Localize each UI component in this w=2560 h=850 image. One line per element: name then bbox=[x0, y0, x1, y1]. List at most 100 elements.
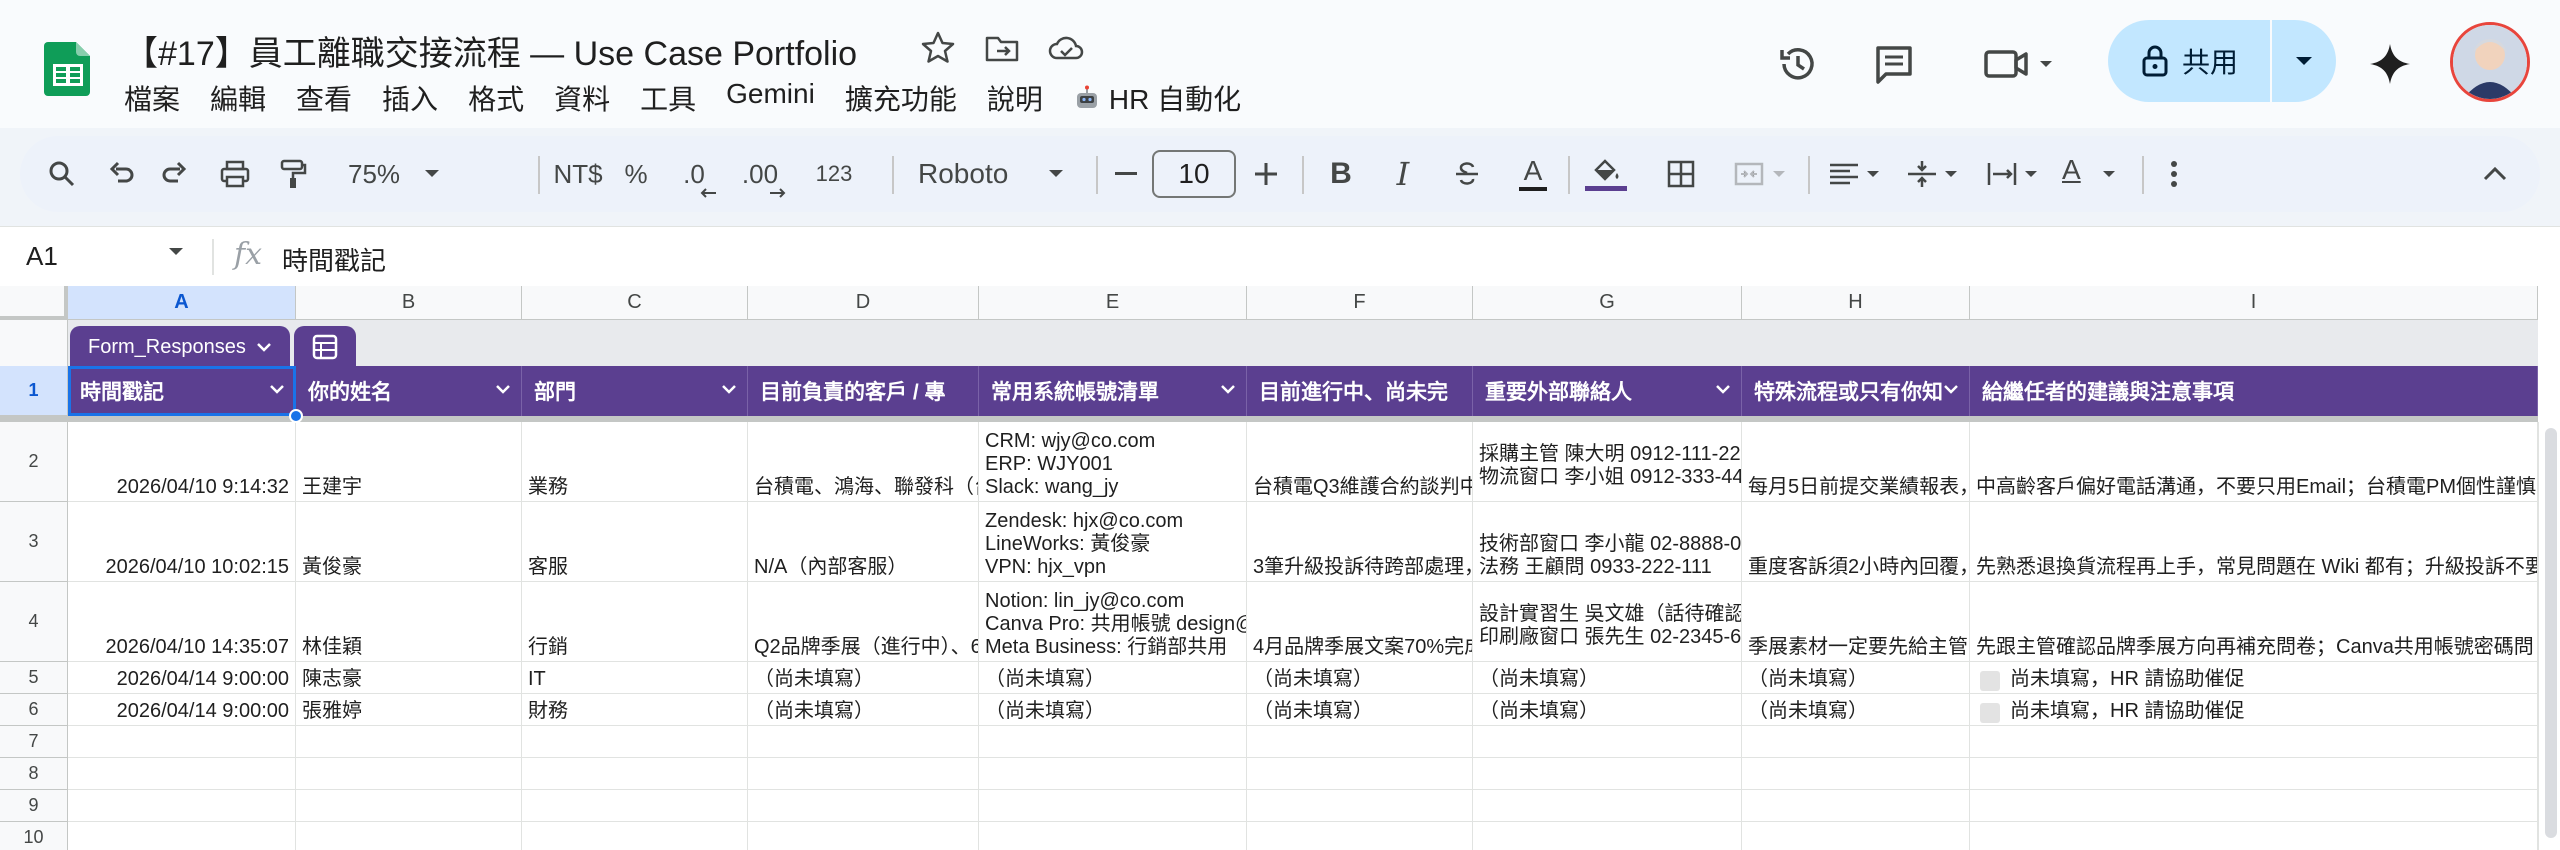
cell-b5[interactable]: 陳志豪 bbox=[296, 662, 522, 694]
chevron-down-icon[interactable] bbox=[1715, 384, 1731, 394]
empty-cell[interactable] bbox=[1970, 822, 2538, 850]
menu-view[interactable]: 查看 bbox=[296, 78, 352, 118]
column-header-d[interactable]: D bbox=[748, 286, 979, 320]
sheets-logo-icon[interactable] bbox=[40, 40, 96, 96]
cell-h5[interactable]: （尚未填寫） bbox=[1742, 662, 1970, 694]
header-cell-clients[interactable]: 目前負責的客戶 / 專 bbox=[748, 366, 979, 416]
checkbox-icon[interactable] bbox=[1980, 671, 2000, 691]
empty-cell[interactable] bbox=[68, 822, 296, 850]
cell-c2[interactable]: 業務 bbox=[522, 422, 748, 502]
bold-button[interactable]: B bbox=[1316, 136, 1366, 212]
undo-button[interactable] bbox=[96, 136, 146, 212]
empty-cell[interactable] bbox=[1970, 758, 2538, 790]
cell-f4[interactable]: 4月品牌季展文案70%完成 bbox=[1247, 582, 1473, 662]
empty-cell[interactable] bbox=[748, 758, 979, 790]
cell-a4[interactable]: 2026/04/10 14:35:07 bbox=[68, 582, 296, 662]
column-header-f[interactable]: F bbox=[1247, 286, 1473, 320]
cell-h3[interactable]: 重度客訴須2小時內回覆， bbox=[1742, 502, 1970, 582]
decrease-decimal-button[interactable]: .0 bbox=[668, 136, 720, 212]
table-view-button[interactable] bbox=[294, 326, 356, 368]
cloud-saved-icon[interactable] bbox=[1046, 28, 1086, 68]
cell-g2[interactable]: 採購主管 陳大明 0912-111-222 物流窗口 李小姐 0912-333-… bbox=[1473, 422, 1742, 502]
column-header-a[interactable]: A bbox=[68, 286, 296, 320]
empty-cell[interactable] bbox=[522, 758, 748, 790]
row-header-2[interactable]: 2 bbox=[0, 422, 68, 502]
cell-d5[interactable]: （尚未填寫） bbox=[748, 662, 979, 694]
share-button[interactable]: 共用 bbox=[2108, 20, 2270, 102]
menu-file[interactable]: 檔案 bbox=[124, 78, 180, 118]
more-formats-button[interactable]: 123 bbox=[806, 136, 862, 212]
header-cell-department[interactable]: 部門 bbox=[522, 366, 748, 416]
empty-cell[interactable] bbox=[1473, 726, 1742, 758]
column-header-i[interactable]: I bbox=[1970, 286, 2538, 320]
gemini-icon[interactable] bbox=[2366, 40, 2414, 88]
empty-cell[interactable] bbox=[748, 726, 979, 758]
empty-cell[interactable] bbox=[522, 790, 748, 822]
menu-format[interactable]: 格式 bbox=[468, 78, 524, 118]
merge-cells-button[interactable] bbox=[1726, 136, 1796, 212]
cell-a3[interactable]: 2026/04/10 10:02:15 bbox=[68, 502, 296, 582]
empty-cell[interactable] bbox=[979, 726, 1247, 758]
menu-data[interactable]: 資料 bbox=[554, 78, 610, 118]
empty-cell[interactable] bbox=[1742, 790, 1970, 822]
menu-help[interactable]: 說明 bbox=[987, 78, 1043, 118]
row-header-4[interactable]: 4 bbox=[0, 582, 68, 662]
column-header-b[interactable]: B bbox=[296, 286, 522, 320]
menu-edit[interactable]: 編輯 bbox=[210, 78, 266, 118]
cell-e2[interactable]: CRM: wjy@co.com ERP: WJY001 Slack: wang_… bbox=[979, 422, 1247, 502]
empty-cell[interactable] bbox=[68, 758, 296, 790]
menu-tools[interactable]: 工具 bbox=[640, 78, 696, 118]
meet-icon[interactable] bbox=[1980, 40, 2060, 88]
more-options-button[interactable] bbox=[2154, 136, 2194, 212]
row-header-10[interactable]: 10 bbox=[0, 822, 68, 850]
comment-icon[interactable] bbox=[1870, 40, 1918, 88]
cell-i6[interactable]: 尚未填寫，HR 請協助催促 bbox=[1970, 694, 2538, 726]
empty-cell[interactable] bbox=[1247, 726, 1473, 758]
document-title[interactable]: 【#17】員工離職交接流程 — Use Case Portfolio bbox=[124, 26, 857, 75]
empty-cell[interactable] bbox=[1473, 790, 1742, 822]
chevron-down-icon[interactable] bbox=[168, 247, 184, 257]
empty-cell[interactable] bbox=[1742, 822, 1970, 850]
empty-cell[interactable] bbox=[522, 726, 748, 758]
cell-e5[interactable]: （尚未填寫） bbox=[979, 662, 1247, 694]
empty-cell[interactable] bbox=[296, 758, 522, 790]
row-header-8[interactable]: 8 bbox=[0, 758, 68, 790]
cell-i5[interactable]: 尚未填寫，HR 請協助催促 bbox=[1970, 662, 2538, 694]
cell-e6[interactable]: （尚未填寫） bbox=[979, 694, 1247, 726]
empty-cell[interactable] bbox=[1473, 758, 1742, 790]
empty-cell[interactable] bbox=[1970, 790, 2538, 822]
chevron-down-icon[interactable] bbox=[721, 384, 737, 394]
move-folder-icon[interactable] bbox=[982, 28, 1022, 68]
cell-i2[interactable]: 中高齡客戶偏好電話溝通，不要只用Email；台積電PM個性謹慎 bbox=[1970, 422, 2538, 502]
font-size-input[interactable]: 10 bbox=[1152, 150, 1236, 198]
row-header-1[interactable]: 1 bbox=[0, 366, 68, 416]
cell-h4[interactable]: 季展素材一定要先給主管 bbox=[1742, 582, 1970, 662]
format-currency-button[interactable]: NT$ bbox=[548, 136, 608, 212]
cell-a6[interactable]: 2026/04/14 9:00:00 bbox=[68, 694, 296, 726]
cell-d2[interactable]: 台積電、鴻海、聯發科（台 bbox=[748, 422, 979, 502]
cell-h2[interactable]: 每月5日前提交業績報表， bbox=[1742, 422, 1970, 502]
cell-f6[interactable]: （尚未填寫） bbox=[1247, 694, 1473, 726]
text-color-button[interactable]: A bbox=[1508, 136, 1558, 212]
empty-cell[interactable] bbox=[1247, 790, 1473, 822]
empty-cell[interactable] bbox=[748, 790, 979, 822]
empty-cell[interactable] bbox=[1247, 822, 1473, 850]
checkbox-icon[interactable] bbox=[1980, 703, 2000, 723]
chevron-down-icon[interactable] bbox=[1943, 384, 1959, 394]
cell-f5[interactable]: （尚未填寫） bbox=[1247, 662, 1473, 694]
header-cell-name[interactable]: 你的姓名 bbox=[296, 366, 522, 416]
cell-b3[interactable]: 黃俊豪 bbox=[296, 502, 522, 582]
format-percent-button[interactable]: % bbox=[614, 136, 658, 212]
header-cell-contacts[interactable]: 重要外部聯絡人 bbox=[1473, 366, 1742, 416]
row-header-7[interactable]: 7 bbox=[0, 726, 68, 758]
increase-decimal-button[interactable]: .00 bbox=[730, 136, 790, 212]
strikethrough-button[interactable] bbox=[1442, 136, 1492, 212]
header-cell-special[interactable]: 特殊流程或只有你知 bbox=[1742, 366, 1970, 416]
cell-d6[interactable]: （尚未填寫） bbox=[748, 694, 979, 726]
empty-cell[interactable] bbox=[522, 822, 748, 850]
cell-c6[interactable]: 財務 bbox=[522, 694, 748, 726]
empty-cell[interactable] bbox=[68, 726, 296, 758]
empty-cell[interactable] bbox=[296, 726, 522, 758]
empty-cell[interactable] bbox=[979, 790, 1247, 822]
header-cell-advice[interactable]: 給繼任者的建議與注意事項 bbox=[1970, 366, 2538, 416]
